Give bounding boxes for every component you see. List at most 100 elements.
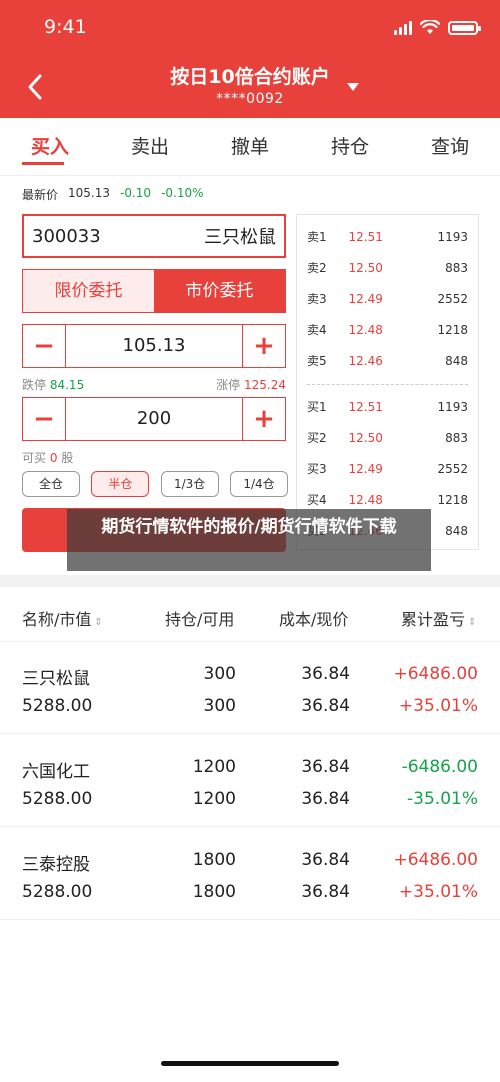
position-row[interactable]: 三泰控股 5288.00 1800 1800 36.84 36.84 +6486.00 +35… (0, 828, 500, 920)
level-volume: 883 (445, 430, 468, 445)
position-hold: 1200 (192, 757, 236, 777)
price-plus-button[interactable]: + (242, 325, 285, 367)
price-input[interactable]: 105.13 (66, 325, 242, 367)
can-buy-value: 0 (49, 451, 58, 465)
position-available: 300 (203, 696, 236, 716)
limit-up-label: 涨停 (216, 378, 241, 392)
header-hold: 持仓/可用 (165, 610, 235, 629)
stock-name: 三只松鼠 (204, 227, 276, 248)
ask-levels: 卖1 12.51 1193 卖2 12.50 883 卖3 12.49 2552 卖4 12.48 1… (307, 215, 468, 376)
position-name: 三泰控股 (22, 855, 90, 875)
page-title: 按日10倍合约账户 (170, 66, 330, 88)
limit-down-value: 84.15 (49, 378, 85, 392)
limit-up-value: 125.24 (244, 378, 286, 392)
level-label: 卖5 (307, 354, 327, 368)
header-cost: 成本/现价 (279, 610, 349, 629)
quarter-position-button[interactable]: 1/4仓 (229, 471, 288, 497)
level-volume: 2552 (437, 461, 468, 476)
home-indicator[interactable] (161, 1061, 339, 1066)
order-book-row[interactable]: 买2 12.50 883 (307, 422, 468, 453)
account-number: ****0092 (216, 91, 284, 107)
trade-tabs: 买入 卖出 撤单 持仓 查询 (0, 118, 500, 176)
latest-quote: 最新价 105.13 -0.10 -0.10% (22, 186, 204, 203)
level-volume: 848 (445, 353, 468, 368)
level-price: 12.51 (348, 229, 383, 244)
position-available: 1800 (192, 882, 236, 902)
level-label: 卖2 (307, 261, 327, 275)
level-label: 卖4 (307, 323, 327, 337)
position-name: 六国化工 (22, 762, 90, 782)
order-book-row[interactable]: 卖2 12.50 883 (307, 252, 468, 283)
order-book-row[interactable]: 卖1 12.51 1193 (307, 221, 468, 252)
quantity-input[interactable]: 200 (66, 398, 242, 440)
tab-buy[interactable]: 买入 (0, 118, 100, 175)
positions-header: 名称/市值 ⇕ 持仓/可用 成本/现价 累计盈亏 ⇕ (0, 598, 500, 642)
full-position-button[interactable]: 全仓 (22, 471, 80, 497)
position-pnl-pct: -35.01% (407, 789, 478, 809)
account-title[interactable]: 按日10倍合约账户 ****0092 (0, 62, 500, 107)
position-cost: 36.84 (301, 664, 350, 684)
position-name: 三只松鼠 (22, 669, 90, 689)
limit-order-button[interactable]: 限价委托 (23, 270, 154, 312)
tab-positions[interactable]: 持仓 (300, 118, 400, 175)
position-price: 36.84 (301, 696, 350, 716)
tab-cancel[interactable]: 撤单 (200, 118, 300, 175)
order-book-divider (307, 384, 468, 385)
stock-code: 300033 (32, 225, 101, 247)
tab-query[interactable]: 查询 (400, 118, 500, 175)
price-change-pct: -0.10% (161, 186, 204, 200)
order-book: 卖1 12.51 1193 卖2 12.50 883 卖3 12.49 2552 卖4 12.48 1… (296, 214, 479, 550)
status-icons (394, 20, 481, 35)
account-dropdown-icon[interactable] (347, 83, 359, 91)
stock-code-input[interactable]: 300033 三只松鼠 (22, 214, 286, 258)
latest-price: 105.13 (68, 186, 111, 200)
quantity-plus-button[interactable]: + (242, 398, 285, 440)
quantity-minus-button[interactable]: − (23, 398, 66, 440)
level-volume: 1218 (437, 322, 468, 337)
sort-icon: ⇕ (94, 617, 103, 628)
order-book-row[interactable]: 买3 12.49 2552 (307, 453, 468, 484)
market-order-button[interactable]: 市价委托 (154, 270, 285, 312)
level-price: 12.48 (348, 492, 383, 507)
level-label: 买2 (307, 431, 327, 445)
limit-up: 涨停 125.24 (216, 376, 286, 393)
price-stepper: − 105.13 + (22, 324, 286, 368)
tab-sell[interactable]: 卖出 (100, 118, 200, 175)
level-volume: 1193 (437, 399, 468, 414)
sort-icon: ⇕ (468, 617, 477, 628)
order-book-row[interactable]: 卖3 12.49 2552 (307, 283, 468, 314)
price-change: -0.10 (120, 186, 152, 200)
level-volume: 2552 (437, 291, 468, 306)
level-volume: 883 (445, 260, 468, 275)
order-book-row[interactable]: 卖5 12.46 848 (307, 345, 468, 376)
position-row[interactable]: 三只松鼠 5288.00 300 300 36.84 36.84 +6486.00 +35.0… (0, 642, 500, 734)
header-name-label: 名称/市值 (22, 610, 92, 629)
position-pnl: -6486.00 (401, 757, 478, 777)
can-buy-label: 可买 (22, 451, 47, 465)
limit-down-label: 跌停 (22, 378, 47, 392)
position-value: 5288.00 (22, 882, 93, 902)
level-price: 12.46 (348, 353, 383, 368)
position-row[interactable]: 六国化工 5288.00 1200 1200 36.84 36.84 -6486.00 -35… (0, 735, 500, 827)
position-size-buttons: 全仓 半仓 1/3仓 1/4仓 (22, 471, 288, 497)
position-cost: 36.84 (301, 757, 350, 777)
level-price: 12.49 (348, 291, 383, 306)
level-price: 12.48 (348, 322, 383, 337)
level-label: 买3 (307, 462, 327, 476)
level-price: 12.49 (348, 461, 383, 476)
quantity-stepper: − 200 + (22, 397, 286, 441)
level-label: 买1 (307, 400, 327, 414)
position-price: 36.84 (301, 789, 350, 809)
order-book-row[interactable]: 卖4 12.48 1218 (307, 314, 468, 345)
limit-down: 跌停 84.15 (22, 376, 84, 393)
header-name[interactable]: 名称/市值 ⇕ (22, 598, 103, 645)
wifi-icon (420, 20, 440, 34)
header-pnl[interactable]: 累计盈亏 ⇕ (401, 598, 476, 645)
level-price: 12.51 (348, 399, 383, 414)
order-book-row[interactable]: 买1 12.51 1193 (307, 391, 468, 422)
can-buy-unit: 股 (61, 451, 74, 465)
position-value: 5288.00 (22, 696, 93, 716)
price-minus-button[interactable]: − (23, 325, 66, 367)
third-position-button[interactable]: 1/3仓 (160, 471, 219, 497)
half-position-button[interactable]: 半仓 (91, 471, 150, 497)
